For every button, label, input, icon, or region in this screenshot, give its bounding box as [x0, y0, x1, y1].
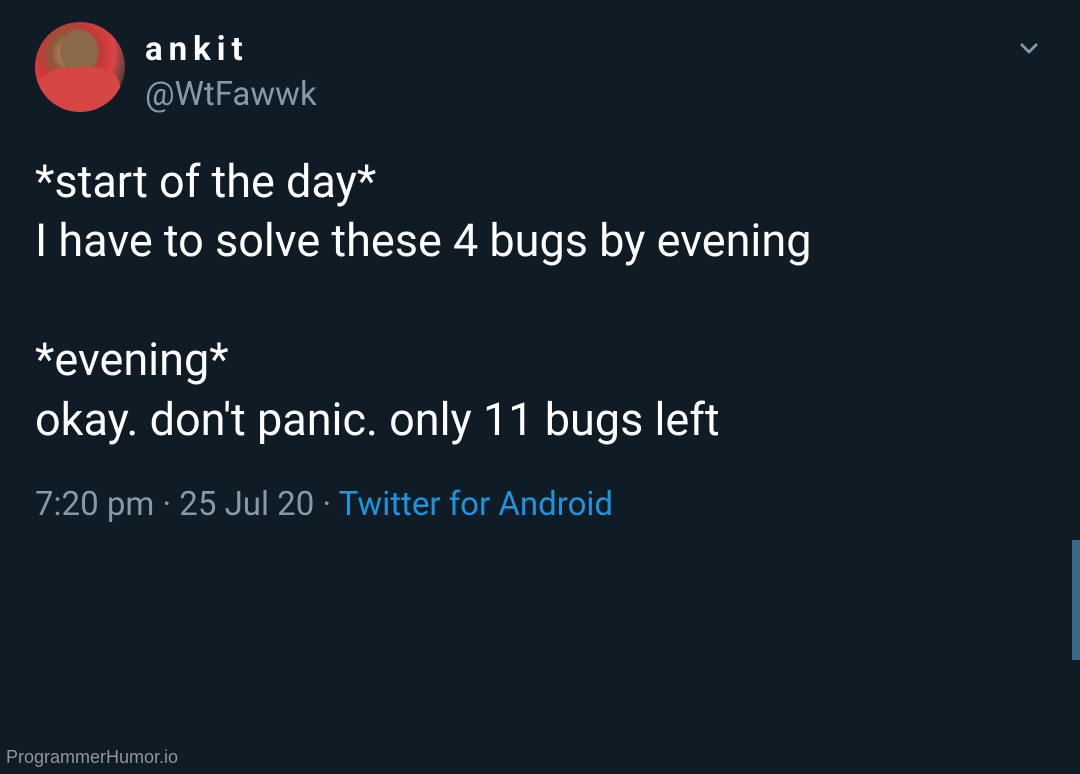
tweet-date: 25 Jul 20 — [179, 485, 314, 524]
scrollbar-indicator[interactable] — [1072, 540, 1080, 660]
chevron-down-icon[interactable] — [1013, 32, 1045, 68]
user-info[interactable]: ankit @WtFawwk — [145, 22, 317, 114]
tweet-metadata: 7:20 pm · 25 Jul 20 · Twitter for Androi… — [35, 485, 1045, 524]
meta-separator: · — [154, 485, 179, 524]
avatar[interactable] — [35, 22, 125, 112]
tweet-header: ankit @WtFawwk — [35, 22, 1045, 114]
tweet-container: ankit @WtFawwk *start of the day* I have… — [0, 0, 1080, 524]
tweet-source-link[interactable]: Twitter for Android — [339, 485, 613, 524]
tweet-text: *start of the day* I have to solve these… — [35, 152, 1045, 449]
user-handle: @WtFawwk — [145, 75, 317, 114]
meta-separator: · — [314, 485, 338, 524]
tweet-time: 7:20 pm — [35, 485, 154, 524]
display-name: ankit — [145, 30, 317, 69]
watermark: ProgrammerHumor.io — [6, 747, 178, 768]
